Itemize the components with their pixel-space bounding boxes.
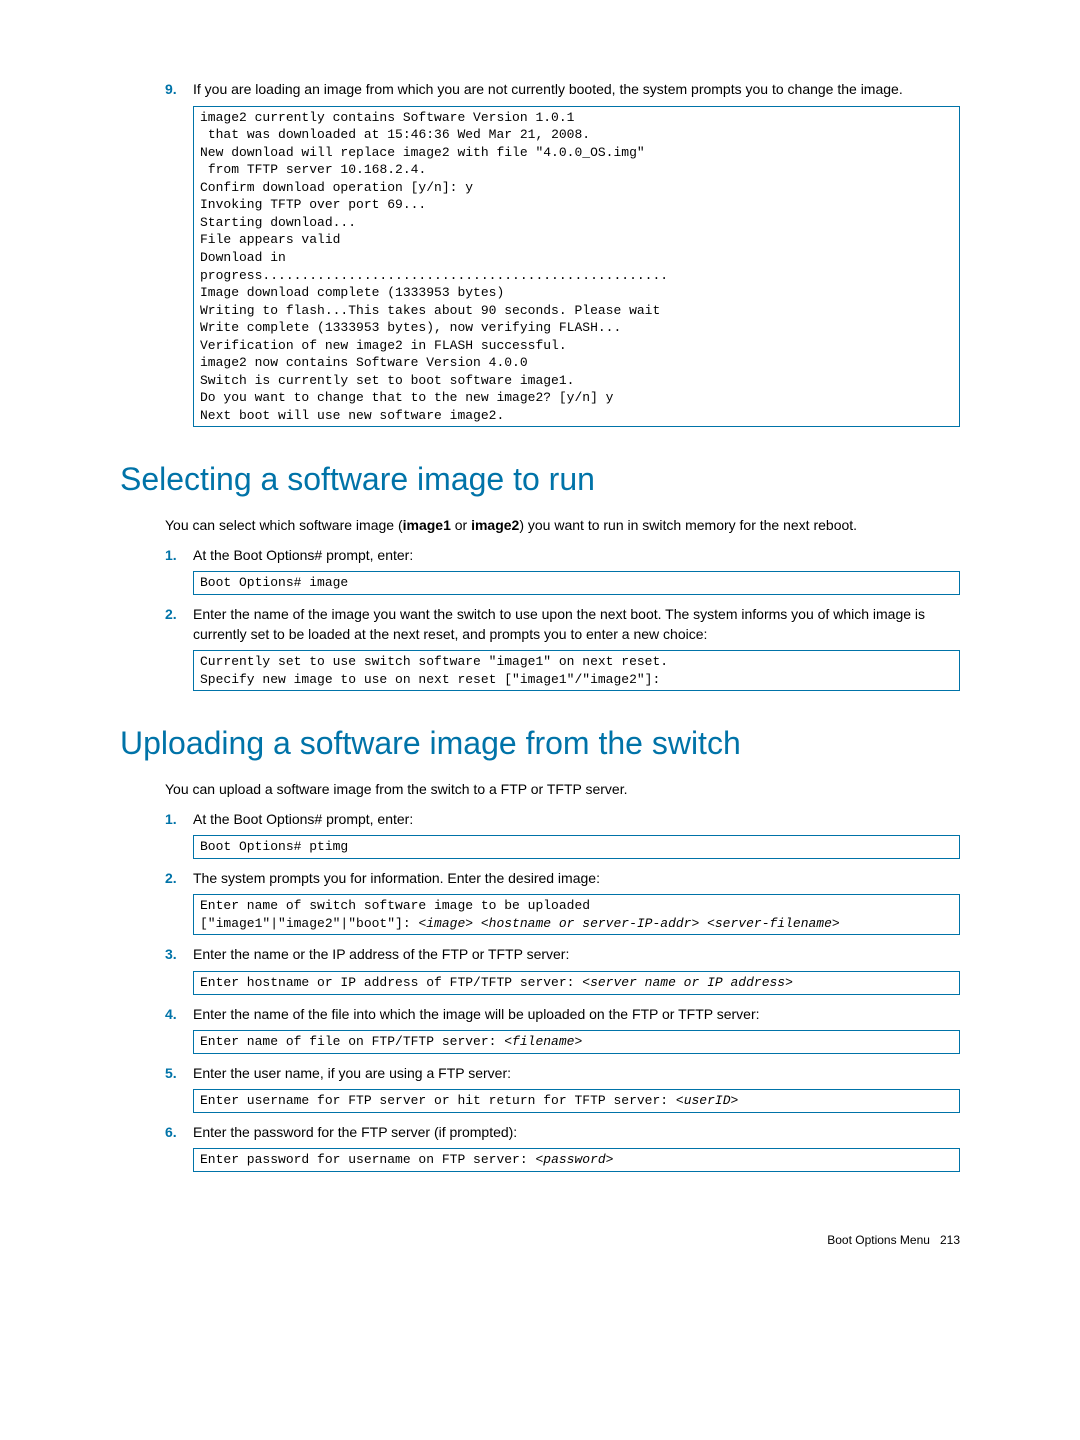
code-ital: <server name or IP address> <box>582 975 793 990</box>
code-block: Enter name of switch software image to b… <box>193 894 960 935</box>
code-plain: Enter hostname or IP address of FTP/TFTP… <box>200 975 582 990</box>
code-block: Boot Options# ptimg <box>193 835 960 859</box>
code-plain: Enter password for username on FTP serve… <box>200 1152 535 1167</box>
intro-b1: image1 <box>403 517 451 533</box>
heading-selecting: Selecting a software image to run <box>120 457 960 502</box>
page-footer: Boot Options Menu 213 <box>120 1232 960 1249</box>
list-text: At the Boot Options# prompt, enter: <box>193 546 960 566</box>
list-item-5: 5. Enter the user name, if you are using… <box>165 1064 960 1084</box>
footer-label: Boot Options Menu <box>827 1233 930 1247</box>
intro-b2: image2 <box>471 517 519 533</box>
list-item-1: 1. At the Boot Options# prompt, enter: <box>165 546 960 566</box>
list-item-2: 2. The system prompts you for informatio… <box>165 869 960 889</box>
list-number: 1. <box>165 546 193 566</box>
intro-pre: You can select which software image ( <box>165 517 403 533</box>
code-block: Currently set to use switch software "im… <box>193 650 960 691</box>
list-text: Enter the name of the image you want the… <box>193 605 960 644</box>
list-number: 3. <box>165 945 193 965</box>
code-plain: Enter username for FTP server or hit ret… <box>200 1093 676 1108</box>
list-item-4: 4. Enter the name of the file into which… <box>165 1005 960 1025</box>
list-text: If you are loading an image from which y… <box>193 80 960 100</box>
list-number: 1. <box>165 810 193 830</box>
list-text: Enter the password for the FTP server (i… <box>193 1123 960 1143</box>
list-text: Enter the user name, if you are using a … <box>193 1064 960 1084</box>
list-item-2: 2. Enter the name of the image you want … <box>165 605 960 644</box>
list-item-1: 1. At the Boot Options# prompt, enter: <box>165 810 960 830</box>
list-text: Enter the name of the file into which th… <box>193 1005 960 1025</box>
code-block: Boot Options# image <box>193 571 960 595</box>
intro-paragraph: You can select which software image (ima… <box>165 516 960 536</box>
code-ital: <userID> <box>676 1093 738 1108</box>
intro-paragraph: You can upload a software image from the… <box>165 780 960 800</box>
code-block: Enter password for username on FTP serve… <box>193 1148 960 1172</box>
code-ital: <image> <hostname or server-IP-addr> <se… <box>418 916 839 931</box>
intro-post: ) you want to run in switch memory for t… <box>519 517 857 533</box>
list-item-6: 6. Enter the password for the FTP server… <box>165 1123 960 1143</box>
code-ital: <filename> <box>504 1034 582 1049</box>
code-block: Enter username for FTP server or hit ret… <box>193 1089 960 1113</box>
code-block: Enter hostname or IP address of FTP/TFTP… <box>193 971 960 995</box>
list-item-9: 9. If you are loading an image from whic… <box>165 80 960 100</box>
code-ital: <password> <box>535 1152 613 1167</box>
list-number: 4. <box>165 1005 193 1025</box>
code-block: Enter name of file on FTP/TFTP server: <… <box>193 1030 960 1054</box>
list-item-3: 3. Enter the name or the IP address of t… <box>165 945 960 965</box>
footer-page: 213 <box>940 1233 960 1247</box>
list-number: 2. <box>165 869 193 889</box>
list-number: 2. <box>165 605 193 644</box>
list-text: The system prompts you for information. … <box>193 869 960 889</box>
list-text: At the Boot Options# prompt, enter: <box>193 810 960 830</box>
heading-uploading: Uploading a software image from the swit… <box>120 721 960 766</box>
code-plain: Enter name of file on FTP/TFTP server: <box>200 1034 504 1049</box>
list-number: 6. <box>165 1123 193 1143</box>
list-number: 9. <box>165 80 193 100</box>
intro-mid: or <box>451 517 471 533</box>
list-text: Enter the name or the IP address of the … <box>193 945 960 965</box>
code-block: image2 currently contains Software Versi… <box>193 106 960 428</box>
list-number: 5. <box>165 1064 193 1084</box>
